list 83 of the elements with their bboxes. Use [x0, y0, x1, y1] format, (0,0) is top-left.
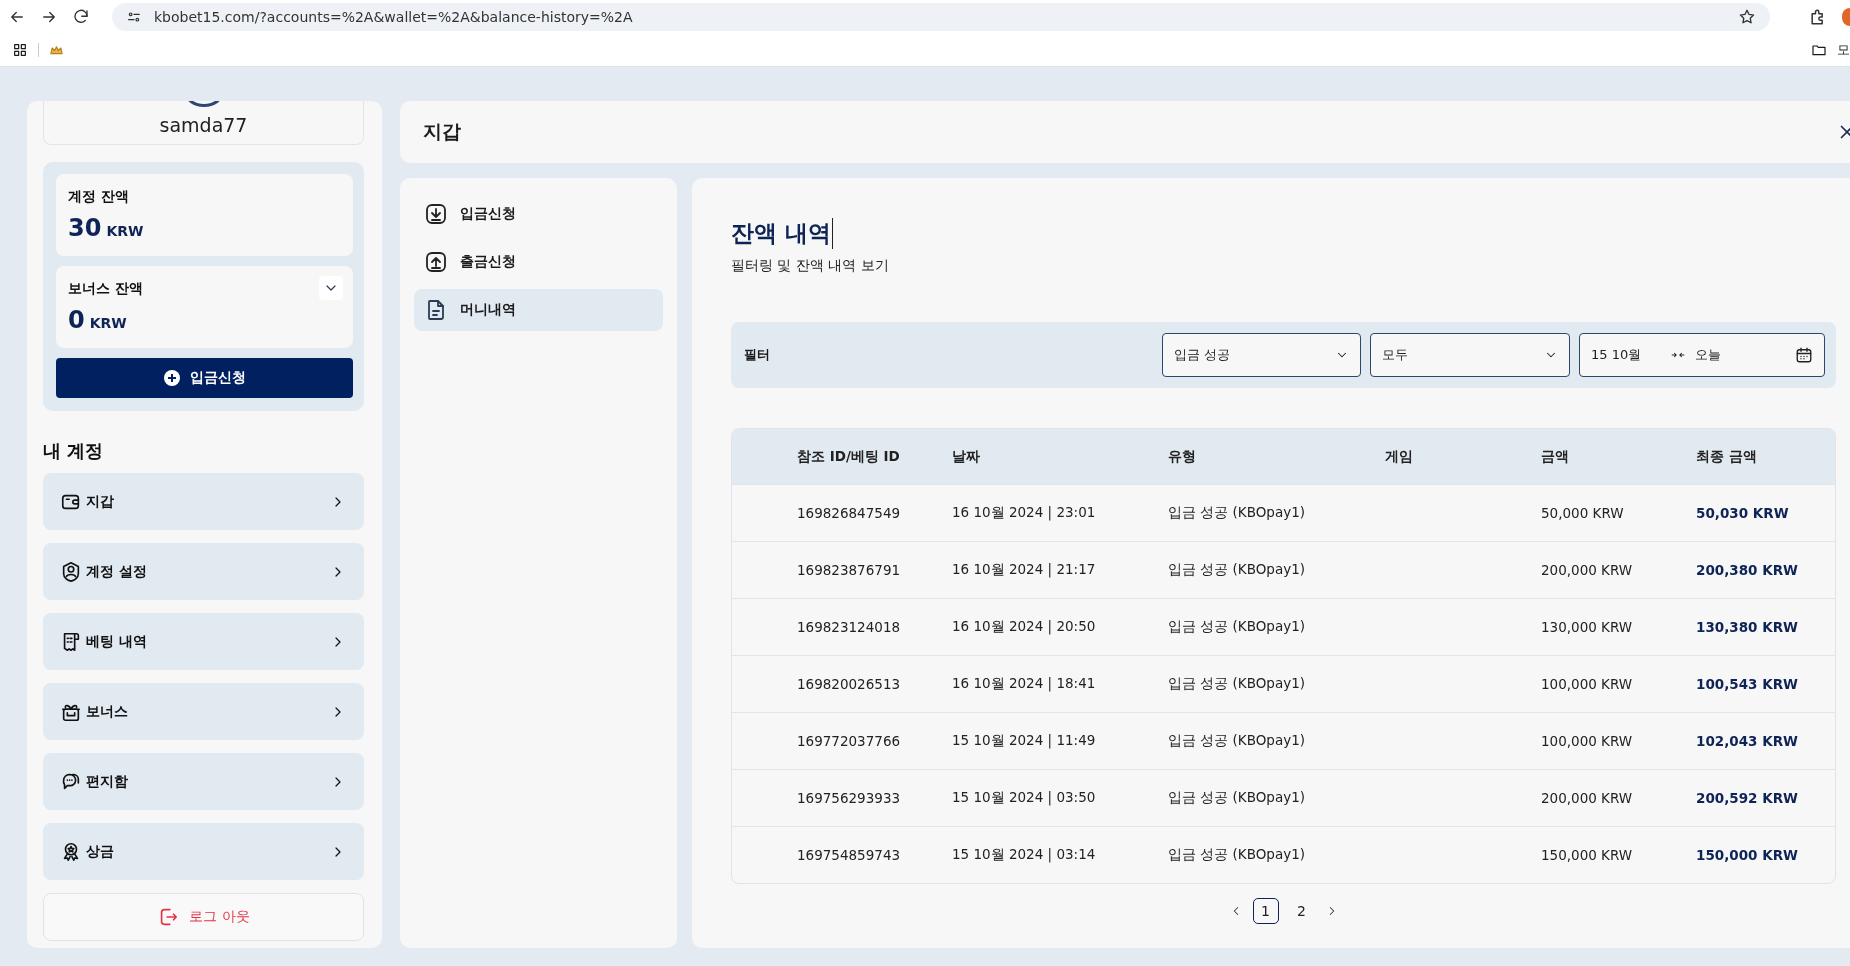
table-cell-text: 15 10월 2024 | 11:49: [952, 732, 1097, 750]
column-header: 게임: [1385, 447, 1414, 466]
section-title: 잔액 내역: [731, 218, 833, 249]
column-header: 최종 금액: [1696, 447, 1758, 466]
table-cell-text: 입금 성공 (KBOpay1): [1168, 618, 1307, 636]
table-cell-text: 입금 성공 (KBOpay1): [1168, 846, 1307, 864]
deposit-button[interactable]: 입금신청: [56, 358, 353, 398]
reload-icon[interactable]: [72, 8, 90, 26]
table-cell-text: 100,000 KRW: [1541, 676, 1634, 692]
table-cell-text: 입금 성공 (KBOpay1): [1168, 789, 1307, 807]
apps-grid-icon[interactable]: [12, 42, 28, 58]
table-cell-text: 200,592 KRW: [1696, 790, 1799, 806]
upload-icon: [424, 250, 448, 274]
logout-button[interactable]: 로그 아웃: [43, 893, 364, 941]
table-cell-text: 100,543 KRW: [1696, 676, 1799, 692]
address-bar[interactable]: kbobet15.com/?accounts=%2A&wallet=%2A&balance-history=%2A: [112, 3, 1770, 31]
expand-toggle[interactable]: [319, 276, 343, 300]
page-button[interactable]: 1: [1252, 898, 1279, 924]
table-cell-text: 15 10월 2024 | 03:14: [952, 846, 1097, 864]
user-badge-icon: [60, 560, 82, 583]
folder-icon[interactable]: [1811, 42, 1827, 58]
section-subtitle: 필터링 및 잔액 내역 보기: [731, 257, 890, 275]
bookmark-folder[interactable]: 모: [1837, 41, 1850, 59]
table-cell-text: 169754859743: [797, 847, 902, 863]
column-header: 금액: [1541, 447, 1570, 466]
balance-label: 보너스 잔액: [68, 280, 143, 298]
filter-dropdown[interactable]: 입금 성공: [1162, 333, 1361, 377]
page-title: 지갑: [423, 119, 461, 144]
submenu-item[interactable]: 입금신청: [414, 193, 663, 235]
balance-label: 계정 잔액: [68, 188, 129, 206]
site-settings-icon: [126, 9, 142, 25]
table-cell-text: 16 10월 2024 | 20:50: [952, 618, 1097, 636]
table-cell-text: 102,043 KRW: [1696, 733, 1799, 749]
balance-amount: 0: [68, 306, 85, 334]
username: samda77: [159, 114, 248, 136]
table-cell-text: 169820026513: [797, 676, 902, 692]
table-cell-text: 100,000 KRW: [1541, 733, 1634, 749]
table-cell-text: 50,030 KRW: [1696, 505, 1790, 521]
calendar-icon: [1795, 346, 1813, 364]
table-cell-text: 16 10월 2024 | 18:41: [952, 675, 1097, 693]
table-cell-text: 169823876791: [797, 562, 902, 578]
menu-item[interactable]: 보너스: [43, 683, 364, 740]
table-cell-text: 169826847549: [797, 505, 902, 521]
submenu-item[interactable]: 머니내역: [414, 289, 663, 331]
table-cell-text: 150,000 KRW: [1696, 847, 1799, 863]
download-icon: [424, 202, 448, 226]
table-cell-text: 16 10월 2024 | 21:17: [952, 561, 1097, 579]
table-cell-text: 16 10월 2024 | 23:01: [952, 504, 1097, 522]
currency-label: KRW: [89, 315, 127, 331]
menu-item[interactable]: 상금: [43, 823, 364, 880]
table-cell-text: 150,000 KRW: [1541, 847, 1634, 863]
column-header: 참조 ID/베팅 ID: [797, 447, 901, 466]
date-range-field[interactable]: 15 10월 오늘: [1579, 333, 1825, 377]
filter-label: 필터: [744, 346, 771, 364]
table-cell-text: 169772037766: [797, 733, 902, 749]
table-cell-text: 200,000 KRW: [1541, 562, 1634, 578]
table-cell-text: 169823124018: [797, 619, 902, 635]
table-cell-text: 200,380 KRW: [1696, 562, 1799, 578]
plus-circle-icon: [163, 370, 180, 386]
table-cell-text: 입금 성공 (KBOpay1): [1168, 732, 1307, 750]
table-cell-text: 200,000 KRW: [1541, 790, 1634, 806]
currency-label: KRW: [106, 223, 144, 239]
menu-item[interactable]: 지갑: [43, 473, 364, 530]
table-cell-text: 15 10월 2024 | 03:50: [952, 789, 1097, 807]
page-button[interactable]: 2: [1288, 898, 1315, 924]
table-cell-text: 입금 성공 (KBOpay1): [1168, 675, 1307, 693]
table-cell-text: 130,380 KRW: [1696, 619, 1799, 635]
table-cell-text: 입금 성공 (KBOpay1): [1168, 561, 1307, 579]
menu-item[interactable]: 편지함: [43, 753, 364, 810]
menu-item[interactable]: 베팅 내역: [43, 613, 364, 670]
profile-avatar[interactable]: [1842, 8, 1850, 26]
column-header: 유형: [1168, 447, 1197, 466]
table-cell-text: 50,000 KRW: [1541, 505, 1625, 521]
table-cell-text: 169756293933: [797, 790, 902, 806]
menu-item[interactable]: 계정 설정: [43, 543, 364, 600]
column-header: 날짜: [952, 447, 981, 466]
balance-amount: 30: [68, 214, 102, 242]
star-icon[interactable]: [1738, 8, 1756, 26]
submenu-item[interactable]: 출금신청: [414, 241, 663, 283]
filter-dropdown[interactable]: 모두: [1370, 333, 1570, 377]
section-title: 내 계정: [43, 439, 105, 463]
table-cell-text: 입금 성공 (KBOpay1): [1168, 504, 1307, 522]
table-cell-text: 130,000 KRW: [1541, 619, 1634, 635]
